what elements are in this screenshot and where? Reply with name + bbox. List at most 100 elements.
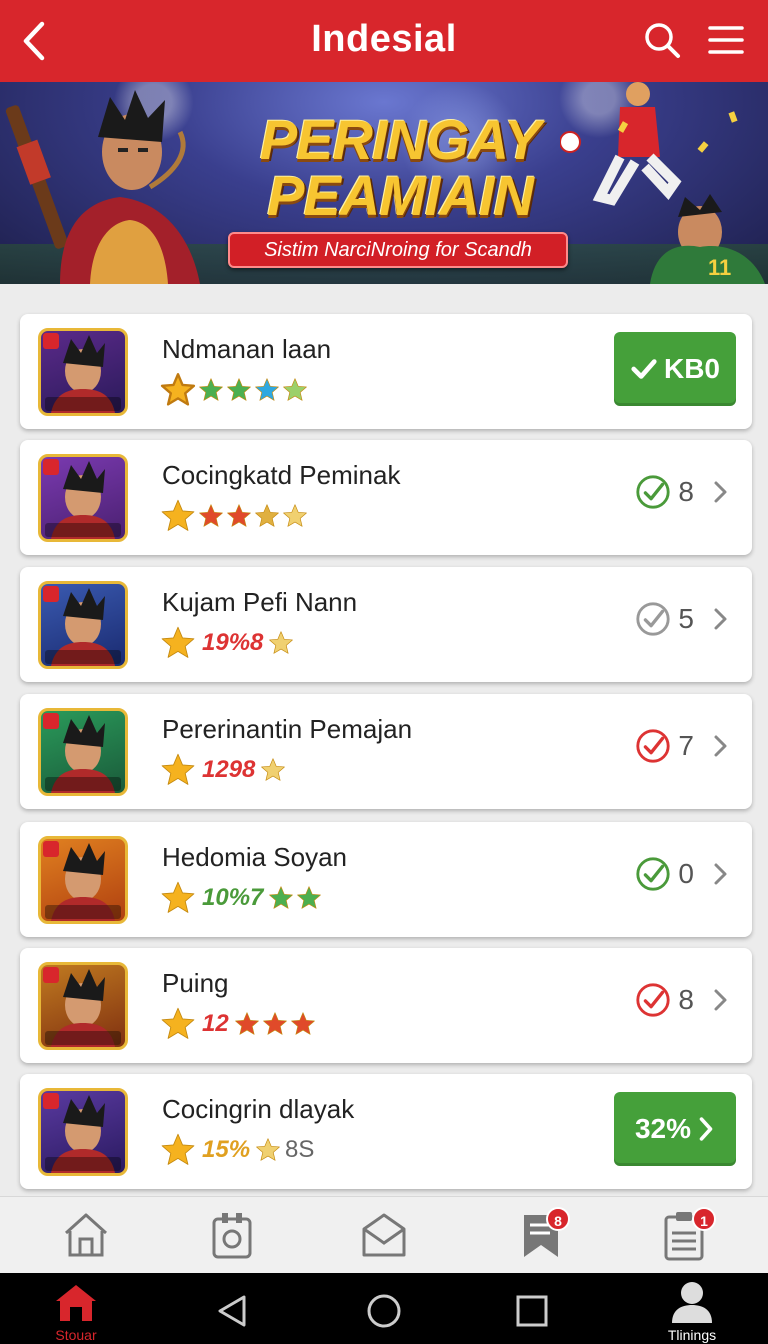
item-rating: 10%7 [160, 880, 322, 916]
character-portrait [43, 967, 121, 1047]
home-tab-label: Stouar [55, 1327, 97, 1343]
character-portrait [43, 841, 121, 921]
system-navigation-bar: Stouar Tlinings [0, 1273, 768, 1344]
star-icon [227, 378, 251, 401]
list-item[interactable]: Cocingkatd Peminak 8 [20, 440, 752, 555]
list-item[interactable]: Hedomia Soyan 10%7 0 [20, 822, 752, 937]
chevron-right-icon [699, 1117, 713, 1141]
star-icon [255, 504, 279, 527]
app-root: Indesial PERINGAY PEAMIAIN Sistim NarciN… [0, 0, 768, 1344]
rating-value: 1298 [202, 756, 256, 783]
banner-subtitle: Sistim NarciNroing for Scandh [228, 232, 568, 268]
action-label: 32% [634, 1113, 692, 1144]
star-icon [290, 1012, 315, 1035]
star-icon [199, 504, 223, 527]
top-app-bar: Indesial [0, 0, 768, 82]
list-item[interactable]: Ndmanan laan KB0 [20, 314, 752, 429]
item-rating: 19%8 [160, 625, 294, 661]
item-rating [160, 498, 308, 534]
bookmarks-tab[interactable]: 8 [514, 1207, 570, 1263]
check-circle-icon [636, 602, 671, 636]
star-icon [199, 378, 223, 401]
bottom-navigation: 8 1 [0, 1196, 768, 1273]
list-item[interactable]: Pererinantin Pemajan 1298 7 [20, 694, 752, 809]
item-rating: 12 [160, 1006, 316, 1042]
item-name: Puing [162, 968, 229, 998]
system-home-icon[interactable] [364, 1291, 404, 1331]
item-name: Kujam Pefi Nann [162, 587, 358, 617]
chevron-right-icon [714, 608, 727, 630]
list-item[interactable]: Cocingrin dlayak 15% 8S 32% [20, 1074, 752, 1189]
game-thumbnail [38, 1088, 128, 1176]
item-meta[interactable]: 8 [634, 472, 732, 512]
star-icon [297, 886, 322, 909]
profile-tab-label: Tlinings [667, 1327, 717, 1343]
item-name: Cocingkatd Peminak [162, 460, 401, 490]
item-count: 0 [678, 858, 694, 889]
chevron-right-icon [714, 735, 727, 757]
check-circle-icon [636, 729, 671, 763]
star-icon [161, 753, 195, 785]
game-thumbnail [38, 708, 128, 796]
star-icon [160, 373, 196, 406]
chevron-right-icon [714, 481, 727, 503]
item-rating: 15% 8S [160, 1132, 314, 1168]
camera-icon[interactable] [204, 1207, 260, 1263]
rating-value: 19%8 [202, 629, 264, 656]
rating-value: 10%7 [202, 884, 264, 911]
system-back-icon[interactable] [212, 1291, 252, 1331]
star-icon [283, 378, 307, 401]
game-thumbnail [38, 836, 128, 924]
star-icon [161, 1007, 195, 1039]
item-rating: 1298 [160, 752, 286, 788]
item-meta[interactable]: 7 [634, 726, 732, 766]
clipboard-badge: 1 [692, 1207, 716, 1231]
list-item[interactable]: Puing 12 8 [20, 948, 752, 1063]
hamburger-menu-icon[interactable] [704, 18, 748, 62]
check-circle-icon [636, 983, 671, 1017]
check-circle-icon [636, 857, 671, 891]
list-item[interactable]: Kujam Pefi Nann 19%8 5 [20, 567, 752, 682]
character-portrait [43, 713, 121, 793]
promo-banner[interactable]: PERINGAY PEAMIAIN Sistim NarciNroing for… [0, 82, 768, 284]
banner-headline: PERINGAY PEAMIAIN [240, 112, 560, 224]
item-name: Hedomia Soyan [162, 842, 347, 872]
star-icon [161, 499, 195, 531]
warrior-character-art [5, 90, 200, 284]
home-filled-icon [56, 1285, 96, 1321]
game-thumbnail [38, 581, 128, 669]
footballer-character-art: 11 [560, 82, 765, 284]
star-icon [269, 631, 294, 654]
banner-headline-line1: PERINGAY [259, 108, 541, 171]
character-portrait [43, 1093, 121, 1173]
star-icon [256, 1138, 280, 1161]
svg-text:11: 11 [708, 255, 731, 280]
item-name: Ndmanan laan [162, 334, 332, 364]
star-icon [262, 1012, 287, 1035]
item-action-button[interactable]: KB0 [614, 332, 736, 406]
star-icon [269, 886, 294, 909]
item-count: 8 [678, 984, 694, 1015]
item-meta[interactable]: 8 [634, 980, 732, 1020]
heart-check-icon [631, 359, 657, 379]
item-name: Cocingrin dlayak [162, 1094, 355, 1124]
star-icon [227, 504, 251, 527]
item-meta[interactable]: 0 [634, 854, 732, 894]
home-tab[interactable]: Stouar [40, 1279, 112, 1343]
rating-value: 12 [202, 1010, 229, 1037]
item-meta[interactable]: 5 [634, 599, 732, 639]
star-icon [255, 378, 279, 401]
home-icon[interactable] [58, 1207, 114, 1263]
check-circle-icon [636, 475, 671, 509]
item-name: Pererinantin Pemajan [162, 714, 413, 744]
clipboard-tab[interactable]: 1 [656, 1207, 716, 1263]
mail-icon[interactable] [356, 1207, 412, 1263]
search-icon[interactable] [640, 18, 684, 62]
chevron-right-icon [714, 863, 727, 885]
chevron-right-icon [714, 989, 727, 1011]
profile-tab[interactable]: Tlinings [652, 1279, 732, 1343]
item-action-button[interactable]: 32% [614, 1092, 736, 1166]
system-recents-icon[interactable] [512, 1291, 552, 1331]
item-count: 8 [678, 476, 694, 507]
game-thumbnail [38, 962, 128, 1050]
